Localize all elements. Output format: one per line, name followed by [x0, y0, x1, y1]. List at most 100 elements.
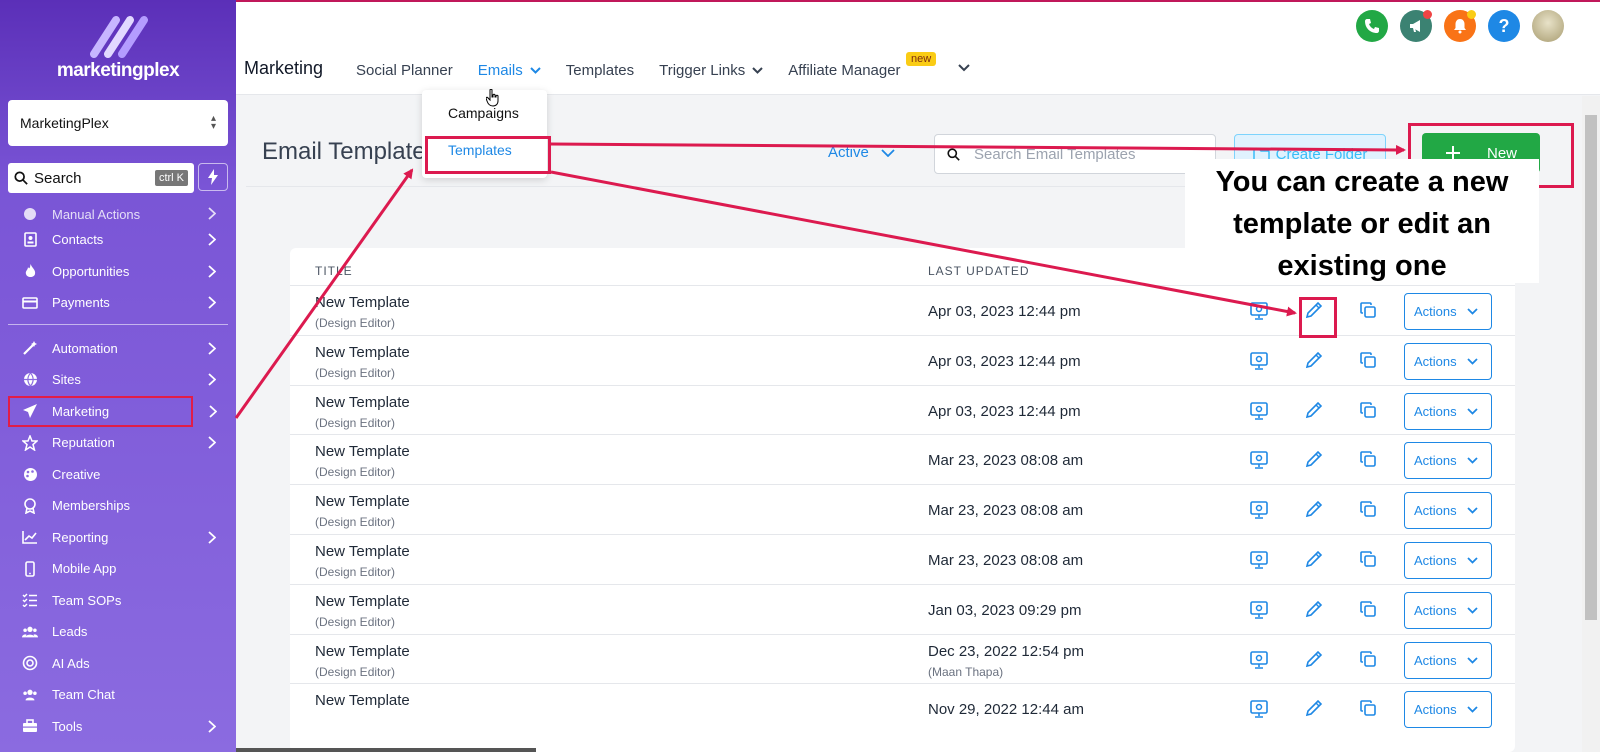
tab-templates[interactable]: Templates	[566, 62, 634, 79]
sidebar-item-tools[interactable]: Tools	[8, 711, 228, 743]
sidebar-item-team-chat[interactable]: Team Chat	[8, 679, 228, 711]
more-tabs-chevron-icon[interactable]	[958, 64, 970, 72]
edit-button[interactable]	[1305, 450, 1323, 473]
preview-button[interactable]	[1250, 351, 1268, 375]
actions-dropdown[interactable]: Actions	[1404, 542, 1492, 579]
team-chat-icon	[22, 687, 38, 703]
actions-dropdown[interactable]: Actions	[1404, 342, 1492, 380]
table-row[interactable]: New Template (Design Editor) Apr 03, 2023 …	[290, 384, 1515, 436]
edit-button[interactable]	[1305, 550, 1323, 573]
edit-button[interactable]	[1305, 401, 1323, 424]
duplicate-button[interactable]	[1360, 551, 1376, 572]
edit-button[interactable]	[1305, 699, 1323, 722]
duplicate-button[interactable]	[1360, 700, 1376, 721]
template-title[interactable]: New Template	[315, 394, 410, 411]
duplicate-button[interactable]	[1360, 351, 1376, 373]
sidebar-item-payments[interactable]: Payments	[8, 287, 228, 319]
actions-dropdown[interactable]: Actions	[1404, 392, 1492, 430]
table-row[interactable]: New Template (Design Editor) Dec 23, 2022 …	[290, 633, 1515, 685]
template-title[interactable]: New Template	[315, 692, 410, 709]
search-placeholder: Search Email Templates	[974, 145, 1136, 163]
page-title: Email Templates	[262, 138, 438, 165]
table-row[interactable]: New Template (Design Editor) Jan 03, 2023 …	[290, 583, 1515, 635]
annotation-line-1: You can create a new	[1215, 166, 1509, 198]
actions-dropdown[interactable]: Actions	[1404, 591, 1492, 629]
sidebar-item-reporting[interactable]: Reporting	[8, 522, 228, 554]
template-title[interactable]: New Template	[315, 344, 410, 361]
edit-button[interactable]	[1305, 650, 1323, 673]
tab-emails[interactable]: Emails	[478, 62, 541, 79]
table-row[interactable]: New Template (Design Editor) Mar 23, 2023 …	[290, 484, 1515, 535]
sidebar-item-creative[interactable]: Creative	[8, 459, 228, 491]
duplicate-button[interactable]	[1360, 302, 1376, 323]
sidebar-item-sites[interactable]: Sites	[8, 364, 228, 396]
sidebar-search[interactable]: Search ctrl K	[8, 163, 194, 193]
tab-social-planner[interactable]: Social Planner	[356, 62, 453, 79]
preview-button[interactable]	[1250, 401, 1268, 425]
menu-item-campaigns[interactable]: Campaigns	[448, 105, 519, 121]
sidebar-item-memberships[interactable]: Memberships	[8, 490, 228, 522]
edit-button[interactable]	[1305, 500, 1323, 523]
sidebar-item-manual-actions[interactable]: Manual Actions	[8, 204, 228, 224]
user-avatar[interactable]	[1532, 10, 1564, 42]
preview-button[interactable]	[1250, 501, 1268, 524]
sidebar-item-leads[interactable]: Leads	[8, 616, 228, 648]
scrollbar-thumb[interactable]	[1585, 115, 1597, 620]
actions-dropdown[interactable]: Actions	[1404, 492, 1492, 530]
tab-trigger-links[interactable]: Trigger Links	[659, 62, 763, 79]
paper-plane-icon	[22, 403, 38, 419]
preview-button[interactable]	[1250, 600, 1268, 624]
announcements-button[interactable]	[1400, 10, 1432, 42]
preview-button[interactable]	[1250, 551, 1268, 574]
preview-button[interactable]	[1250, 650, 1268, 674]
notifications-button[interactable]	[1444, 10, 1476, 42]
template-title[interactable]: New Template	[315, 543, 410, 560]
sidebar-item-reputation[interactable]: Reputation	[8, 427, 228, 459]
template-title[interactable]: New Template	[315, 593, 410, 610]
chevron-down-icon	[1467, 507, 1478, 514]
actions-dropdown[interactable]: Actions	[1404, 293, 1492, 330]
sidebar-item-mobile-app[interactable]: Mobile App	[8, 553, 228, 585]
sidebar-item-ai-ads[interactable]: AI Ads	[8, 648, 228, 680]
brand-logo[interactable]: marketingplex	[0, 14, 236, 82]
account-switcher[interactable]: MarketingPlex ▴ ▾	[8, 100, 228, 146]
duplicate-button[interactable]	[1360, 501, 1376, 522]
status-filter[interactable]: Active	[828, 144, 895, 161]
edit-button[interactable]	[1305, 600, 1323, 623]
preview-button[interactable]	[1250, 302, 1268, 325]
horizontal-scrollbar[interactable]	[236, 748, 536, 752]
bell-icon	[1454, 19, 1466, 34]
new-badge: new	[906, 52, 937, 66]
duplicate-button[interactable]	[1360, 600, 1376, 622]
quick-actions-button[interactable]	[198, 163, 228, 191]
template-editor-type: (Design Editor)	[315, 415, 396, 430]
table-row[interactable]: New Template (Design Editor) Mar 23, 2023 …	[290, 434, 1515, 485]
duplicate-button[interactable]	[1360, 650, 1376, 672]
award-icon	[22, 497, 38, 514]
sidebar-item-marketing[interactable]: Marketing	[8, 395, 217, 427]
template-title[interactable]: New Template	[315, 443, 410, 460]
search-templates-input[interactable]: Search Email Templates	[934, 134, 1216, 174]
template-title[interactable]: New Template	[315, 643, 410, 660]
edit-button[interactable]	[1305, 351, 1323, 374]
table-row[interactable]: New Template Nov 29, 2022 12:44 am Actions	[290, 683, 1515, 734]
actions-dropdown[interactable]: Actions	[1404, 691, 1492, 729]
sidebar-item-automation[interactable]: Automation	[8, 333, 228, 365]
template-title[interactable]: New Template	[315, 294, 410, 311]
actions-dropdown[interactable]: Actions	[1404, 641, 1492, 679]
table-row[interactable]: New Template (Design Editor) Apr 03, 2023 …	[290, 334, 1515, 386]
table-row[interactable]: New Template (Design Editor) Mar 23, 2023 …	[290, 534, 1515, 585]
help-button[interactable]: ?	[1488, 10, 1520, 42]
sidebar-item-opportunities[interactable]: Opportunities	[8, 256, 228, 288]
sidebar-item-contacts[interactable]: Contacts	[8, 224, 228, 256]
duplicate-button[interactable]	[1360, 451, 1376, 472]
duplicate-button[interactable]	[1360, 401, 1376, 423]
template-title[interactable]: New Template	[315, 493, 410, 510]
actions-dropdown[interactable]: Actions	[1404, 442, 1492, 480]
highlight-edit-icon	[1299, 297, 1337, 338]
tab-affiliate-manager[interactable]: Affiliate Manager	[788, 62, 900, 79]
sidebar-item-team-sops[interactable]: Team SOPs	[8, 585, 228, 617]
phone-button[interactable]	[1356, 10, 1388, 42]
preview-button[interactable]	[1250, 700, 1268, 723]
preview-button[interactable]	[1250, 451, 1268, 474]
